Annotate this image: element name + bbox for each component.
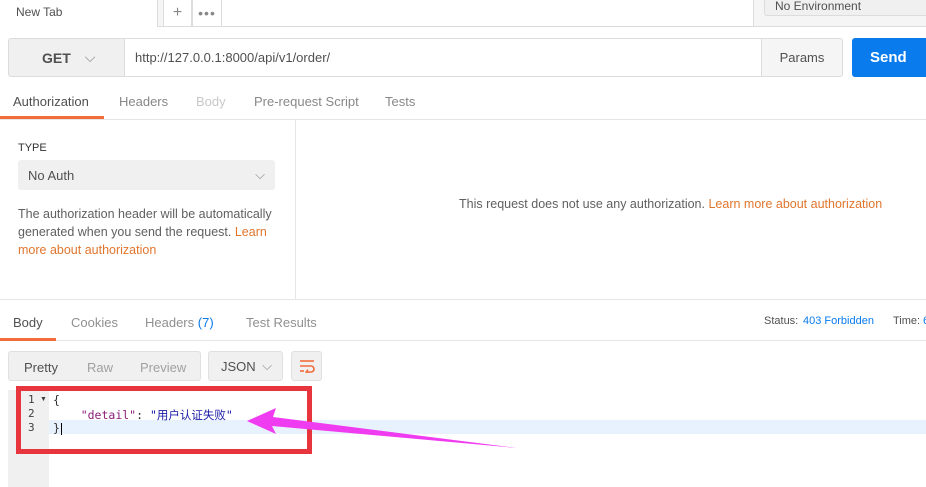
more-tabs-button[interactable]: ••• bbox=[192, 0, 222, 26]
auth-message-text: This request does not use any authorizat… bbox=[459, 197, 705, 211]
send-button[interactable]: Send bbox=[852, 38, 926, 77]
active-tab-indicator bbox=[0, 116, 104, 119]
new-tab-button[interactable]: + bbox=[163, 0, 192, 26]
auth-message: This request does not use any authorizat… bbox=[459, 197, 882, 211]
response-tab-headers[interactable]: Headers (7) bbox=[145, 315, 214, 330]
environment-select[interactable]: No Environment bbox=[764, 0, 926, 16]
time-label: Time: bbox=[893, 315, 921, 327]
wrap-lines-icon bbox=[299, 360, 315, 373]
raw-button[interactable]: Raw bbox=[87, 360, 113, 375]
tab-pre-request-script[interactable]: Pre-request Script bbox=[254, 94, 359, 109]
status-label: Status: bbox=[764, 315, 799, 327]
response-tab-body[interactable]: Body bbox=[13, 315, 43, 330]
tab-tests[interactable]: Tests bbox=[385, 94, 415, 109]
auth-description-text: The authorization header will be automat… bbox=[18, 207, 272, 239]
response-tab-cookies[interactable]: Cookies bbox=[71, 315, 118, 330]
format-value: JSON bbox=[221, 358, 256, 374]
chevron-down-icon: ⌵ bbox=[262, 358, 272, 373]
pretty-button[interactable]: Pretty bbox=[24, 360, 58, 375]
auth-type-label: TYPE bbox=[18, 142, 47, 154]
response-tab-test-results[interactable]: Test Results bbox=[246, 315, 317, 330]
tab-body[interactable]: Body bbox=[196, 94, 226, 109]
tab-spacer bbox=[222, 0, 754, 26]
tab-authorization[interactable]: Authorization bbox=[13, 94, 89, 109]
preview-button[interactable]: Preview bbox=[140, 360, 186, 375]
view-mode-group: Pretty Raw Preview bbox=[8, 351, 201, 381]
chevron-down-icon: ⌵ bbox=[84, 49, 96, 65]
annotation-highlight-box bbox=[16, 386, 312, 454]
tab-headers[interactable]: Headers bbox=[119, 94, 168, 109]
learn-more-link-right[interactable]: Learn more about authorization bbox=[708, 197, 882, 211]
auth-type-select[interactable]: No Auth ⌵ bbox=[18, 160, 275, 190]
chevron-down-icon: ⌵ bbox=[255, 167, 265, 182]
method-label: GET bbox=[42, 49, 71, 66]
params-button[interactable]: Params bbox=[761, 38, 843, 77]
status-value[interactable]: 403 Forbidden bbox=[803, 315, 874, 327]
headers-count-badge: (7) bbox=[197, 315, 214, 330]
url-input[interactable]: http://127.0.0.1:8000/api/v1/order/ bbox=[125, 38, 762, 77]
tab-new-tab[interactable]: New Tab bbox=[0, 0, 158, 27]
method-select[interactable]: GET ⌵ bbox=[8, 38, 125, 77]
auth-description: The authorization header will be automat… bbox=[18, 205, 280, 259]
format-select[interactable]: JSON ⌵ bbox=[208, 351, 283, 381]
response-active-tab-indicator bbox=[0, 338, 56, 341]
response-tab-headers-label: Headers bbox=[145, 315, 195, 330]
wrap-lines-button[interactable] bbox=[291, 351, 322, 381]
auth-type-value: No Auth bbox=[28, 167, 75, 183]
